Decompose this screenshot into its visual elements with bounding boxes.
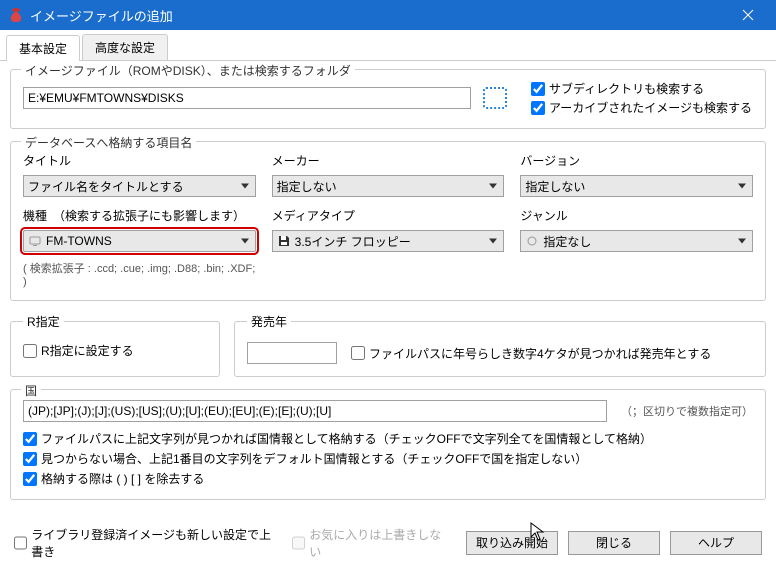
genre-label: ジャンル xyxy=(520,207,753,224)
cb-lib-overwrite[interactable]: ライブラリ登録済イメージも新しい設定で上書き xyxy=(14,526,282,560)
cb-country-1[interactable]: ファイルパスに上記文字列が見つかれば国情報として格納する（チェックOFFで文字列… xyxy=(23,430,753,447)
title-select[interactable]: ファイル名をタイトルとする xyxy=(23,175,256,197)
country-input[interactable] xyxy=(23,400,607,422)
footer: ライブラリ登録済イメージも新しい設定で上書き お気に入りは上書きしない 取り込み… xyxy=(0,520,776,570)
start-import-button[interactable]: 取り込み開始 xyxy=(466,531,558,555)
cb-fav-keep: お気に入りは上書きしない xyxy=(292,526,446,560)
title-label: タイトル xyxy=(23,152,256,169)
browse-button[interactable] xyxy=(483,87,507,109)
media-label: メディアタイプ xyxy=(272,207,505,224)
floppy-icon xyxy=(277,234,291,248)
group-country: 国 （；区切りで複数指定可） ファイルパスに上記文字列が見つかれば国情報として格… xyxy=(10,389,766,500)
group-fields-legend: データベースへ格納する項目名 xyxy=(21,134,196,151)
close-button-footer[interactable]: 閉じる xyxy=(568,531,660,555)
path-input[interactable] xyxy=(23,87,471,109)
media-select[interactable]: 3.5インチ フロッピー xyxy=(272,230,505,252)
system-select[interactable]: FM-TOWNS xyxy=(23,230,256,252)
tab-advanced[interactable]: 高度な設定 xyxy=(82,34,168,60)
tab-basic[interactable]: 基本設定 xyxy=(6,35,80,61)
cb-archive[interactable]: アーカイブされたイメージも検索する xyxy=(531,99,752,116)
window-title: イメージファイルの追加 xyxy=(30,6,728,25)
cb-country-2[interactable]: 見つからない場合、上記1番目の文字列をデフォルト国情報とする（チェックOFFで国… xyxy=(23,450,753,467)
cb-subdir[interactable]: サブディレクトリも検索する xyxy=(531,80,752,97)
titlebar: イメージファイルの追加 xyxy=(0,0,776,30)
year-input[interactable] xyxy=(247,342,337,364)
system-icon xyxy=(28,234,42,248)
cb-r[interactable]: R指定に設定する xyxy=(23,342,207,359)
cb-year[interactable]: ファイルパスに年号らしき数字4ケタが見つかれば発売年とする xyxy=(351,345,711,362)
group-year: 発売年 ファイルパスに年号らしき数字4ケタが見つかれば発売年とする xyxy=(234,313,766,377)
maker-label: メーカー xyxy=(272,152,505,169)
group-country-legend: 国 xyxy=(21,382,41,399)
system-label: 機種 （検索する拡張子にも影響します） xyxy=(23,207,256,224)
cb-country-3[interactable]: 格納する際は ( ) [ ] を除去する xyxy=(23,470,753,487)
version-label: バージョン xyxy=(520,152,753,169)
group-year-legend: 発売年 xyxy=(247,313,291,330)
maker-select[interactable]: 指定しない xyxy=(272,175,505,197)
group-r: R指定 R指定に設定する xyxy=(10,313,220,377)
group-r-legend: R指定 xyxy=(23,313,64,330)
close-button[interactable] xyxy=(728,0,768,30)
group-folder-legend: イメージファイル（ROMやDISK）、または検索するフォルダ xyxy=(21,62,355,79)
app-icon xyxy=(8,7,24,23)
version-select[interactable]: 指定しない xyxy=(520,175,753,197)
ext-hint: ( 検索拡張子 : .ccd; .cue; .img; .D88; .bin; … xyxy=(23,260,256,288)
help-button[interactable]: ヘルプ xyxy=(670,531,762,555)
tab-bar: 基本設定 高度な設定 xyxy=(0,34,776,61)
genre-select[interactable]: 指定なし xyxy=(520,230,753,252)
group-fields: データベースへ格納する項目名 タイトル ファイル名をタイトルとする メーカー 指… xyxy=(10,141,766,301)
genre-icon xyxy=(525,234,539,248)
group-folder: イメージファイル（ROMやDISK）、または検索するフォルダ サブディレクトリも… xyxy=(10,69,766,129)
country-hint: （；区切りで複数指定可） xyxy=(621,403,753,419)
